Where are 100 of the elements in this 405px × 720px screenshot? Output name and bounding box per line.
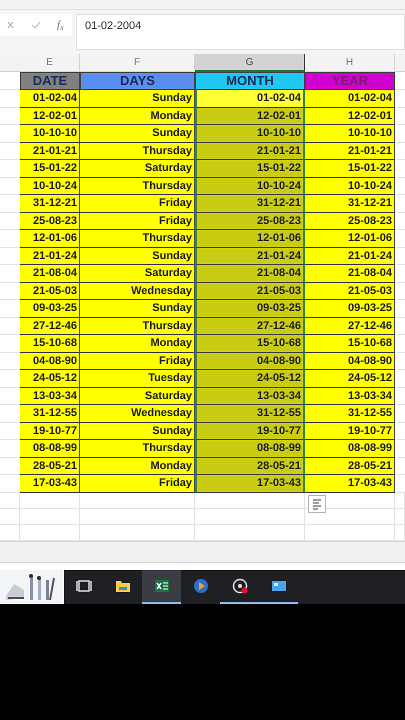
table-cell: 09-03-25 <box>20 300 80 318</box>
table-cell: 21-01-21 <box>305 142 395 160</box>
table-cell: Sunday <box>80 422 195 440</box>
table-cell: 27-12-46 <box>20 318 80 335</box>
empty-cell <box>20 508 80 524</box>
table-cell: 19-10-77 <box>195 422 305 440</box>
table-cell: 21-08-04 <box>305 265 395 282</box>
table-cell: Friday <box>80 212 195 230</box>
media-player-icon <box>192 578 208 594</box>
table-cell: 04-08-90 <box>305 352 395 370</box>
insert-function-button[interactable]: f$_{x}$ <box>57 16 64 34</box>
table-cell: 13-03-34 <box>305 388 395 405</box>
table-cell: 01-02-04 <box>20 90 80 108</box>
table-cell: 21-08-04 <box>195 265 305 282</box>
table-cell: Sunday <box>80 300 195 318</box>
task-view-icon <box>76 578 92 594</box>
table-cell: 25-08-23 <box>20 212 80 230</box>
taskbar-button[interactable] <box>142 570 181 604</box>
empty-cell <box>395 508 405 524</box>
table-cell: 28-05-21 <box>305 458 395 475</box>
formula-input[interactable]: 01-02-2004 <box>76 14 405 50</box>
table-cell: Monday <box>80 458 195 475</box>
table-cell: 21-01-21 <box>20 142 80 160</box>
table-cell: 12-01-06 <box>305 230 395 248</box>
empty-cell <box>20 492 80 508</box>
empty-cell <box>0 508 20 524</box>
table-cell: Thursday <box>80 318 195 335</box>
column-title: DAYS <box>80 72 195 90</box>
quick-analysis-icon[interactable] <box>308 494 326 512</box>
table-cell: 25-08-23 <box>305 212 395 230</box>
table-cell: 17-03-43 <box>20 475 80 492</box>
table-cell: 15-01-22 <box>20 160 80 178</box>
table-cell: 31-12-55 <box>20 405 80 422</box>
table-cell: 12-01-06 <box>20 230 80 248</box>
table-cell: 15-10-68 <box>195 335 305 352</box>
table-cell: 08-08-99 <box>195 440 305 458</box>
table-cell: 10-10-10 <box>20 125 80 142</box>
table-cell: 31-12-55 <box>195 405 305 422</box>
table-cell: 27-12-46 <box>305 318 395 335</box>
table-cell: 31-12-55 <box>305 405 395 422</box>
table-cell: 10-10-10 <box>195 125 305 142</box>
table-cell: 10-10-24 <box>20 178 80 195</box>
table-cell: 04-08-90 <box>20 352 80 370</box>
table-cell: 27-12-46 <box>195 318 305 335</box>
table-cell: 21-01-24 <box>195 248 305 265</box>
table-cell: 08-08-99 <box>20 440 80 458</box>
table-cell: 21-05-03 <box>195 282 305 300</box>
column-header[interactable]: G <box>195 54 305 72</box>
table-cell: 21-08-04 <box>20 265 80 282</box>
table-cell: 25-08-23 <box>195 212 305 230</box>
folder-icon <box>114 578 130 594</box>
table-cell: 24-05-12 <box>305 370 395 388</box>
table-cell: Monday <box>80 335 195 352</box>
table-cell: 17-03-43 <box>195 475 305 492</box>
table-cell: 21-01-24 <box>305 248 395 265</box>
empty-cell <box>0 492 20 508</box>
table-cell: 21-05-03 <box>20 282 80 300</box>
table-cell: 17-03-43 <box>305 475 395 492</box>
table-cell: 24-05-12 <box>195 370 305 388</box>
table-cell: 08-08-99 <box>305 440 395 458</box>
table-cell: 15-01-22 <box>195 160 305 178</box>
spreadsheet-icon <box>154 578 170 594</box>
table-cell: 09-03-25 <box>195 300 305 318</box>
table-cell: Saturday <box>80 160 195 178</box>
table-cell: 10-10-24 <box>305 178 395 195</box>
table-cell: 19-10-77 <box>305 422 395 440</box>
table-cell: Tuesday <box>80 370 195 388</box>
column-header[interactable]: F <box>80 54 195 72</box>
table-cell: 31-12-21 <box>195 195 305 212</box>
table-cell: Saturday <box>80 265 195 282</box>
table-cell: Wednesday <box>80 405 195 422</box>
table-cell: 24-05-12 <box>20 370 80 388</box>
table-cell: Sunday <box>80 125 195 142</box>
table-cell: 12-02-01 <box>195 108 305 125</box>
table-cell: Friday <box>80 352 195 370</box>
table-cell: 21-05-03 <box>305 282 395 300</box>
table-cell: 04-08-90 <box>195 352 305 370</box>
check-icon[interactable] <box>30 21 41 29</box>
table-cell: 28-05-21 <box>20 458 80 475</box>
table-cell: Sunday <box>80 90 195 108</box>
table-cell: 12-01-06 <box>195 230 305 248</box>
table-cell: Friday <box>80 195 195 212</box>
table-cell: 01-02-04 <box>195 90 305 108</box>
table-cell: Thursday <box>80 440 195 458</box>
table-cell: Sunday <box>80 248 195 265</box>
table-cell: Thursday <box>80 142 195 160</box>
table-cell: 21-01-21 <box>195 142 305 160</box>
table-cell: 28-05-21 <box>195 458 305 475</box>
formula-text: 01-02-2004 <box>85 20 142 32</box>
table-cell: 01-02-04 <box>305 90 395 108</box>
recorder-icon <box>232 578 248 594</box>
column-header[interactable]: E <box>20 54 80 72</box>
table-cell: 10-10-10 <box>305 125 395 142</box>
table-cell: Thursday <box>80 178 195 195</box>
column-title: MONTH <box>195 72 305 90</box>
column-header[interactable]: H <box>305 54 395 72</box>
table-cell: 21-01-24 <box>20 248 80 265</box>
window-icon <box>270 578 286 594</box>
table-cell: Wednesday <box>80 282 195 300</box>
column-title: YEAR <box>305 72 395 90</box>
